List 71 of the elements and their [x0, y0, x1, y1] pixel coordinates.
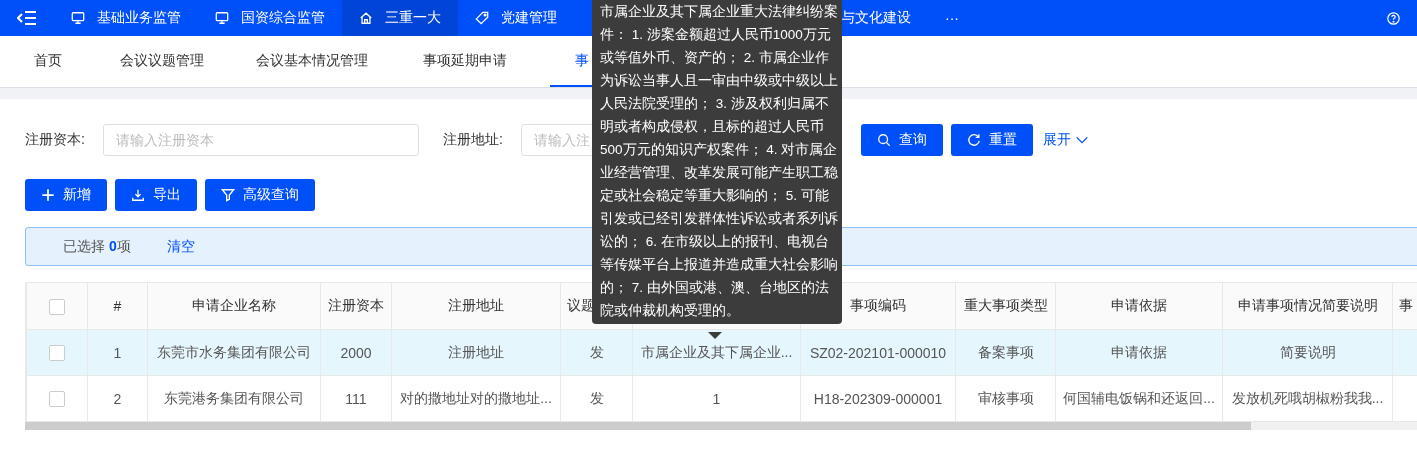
plus-icon: [41, 188, 55, 202]
table-cell: 申请依据: [1055, 329, 1223, 376]
reset-button[interactable]: 重置: [951, 124, 1033, 156]
nav-label: 三重一大: [385, 9, 441, 27]
nav-label: 国资综合监管: [241, 9, 325, 27]
checkbox[interactable]: [49, 345, 65, 362]
filter-label: 注册地址:: [443, 131, 504, 149]
table-cell: 对的撒地址对的撒地址...: [391, 375, 561, 422]
column-header: 申请事项情况简要说明: [1222, 282, 1393, 330]
table-cell: 简要说明: [1222, 329, 1393, 376]
table-cell: 备案事项: [955, 329, 1056, 376]
tooltip: 市属企业及其下属企业重大法律纠纷案件： 1. 涉案金额超过人民币1000万元或等值外币、资产的； 2. 市属企业作为诉讼当事人且一审由中级或中级以上人民法院受理的； 3. 涉及权利归属不明或者构成侵权，且标的超过人民币500万元的知识产权案件； 4. 对市属企业经营管理、改革发展可能产生职工稳定或社会稳定等重大影响的； 5. 可能引发或已经引发群体性诉讼或者系列诉讼的； 6. 在市级以上的报刊、电视台等传媒平台上报道并造成重大社会影响的； 7. 由外国或港、澳、台地区的法院或仲裁机构受理的。: [592, 0, 842, 324]
nav-label: 党建管理: [501, 9, 557, 27]
table-cell: 1: [87, 329, 148, 376]
table-cell: 审核事项: [955, 375, 1056, 422]
page-tab[interactable]: 首页: [0, 36, 96, 87]
column-header: 重大事项类型: [955, 282, 1056, 330]
add-button[interactable]: 新增: [25, 179, 107, 211]
table-cell: 2000: [320, 329, 392, 376]
filter-field[interactable]: 请输入注册资本: [103, 124, 419, 156]
page-tab[interactable]: 会议基本情况管理: [228, 36, 396, 87]
advanced-search-button[interactable]: 高级查询: [205, 179, 315, 211]
page-tab[interactable]: 事项延期申请: [396, 36, 534, 87]
nav-item[interactable]: 党建管理: [458, 0, 574, 36]
table-cell: SZ02-202101-000010: [800, 329, 956, 376]
scrollbar[interactable]: [25, 422, 1417, 430]
menu-fold-icon[interactable]: [17, 10, 37, 26]
table-cell: H18-202309-000001: [800, 375, 956, 422]
filter-icon: [221, 188, 235, 202]
table-cell: 东莞市水务集团有限公司: [147, 329, 321, 376]
table-cell: 1: [632, 375, 801, 422]
table-cell: 发放机死哦胡椒粉我我...: [1222, 375, 1393, 422]
checkbox[interactable]: [49, 298, 65, 315]
expand-link[interactable]: 展开: [1041, 131, 1091, 149]
table-cell: 发: [560, 329, 633, 376]
home-icon: [359, 11, 373, 25]
checkbox[interactable]: [49, 391, 65, 408]
nav-item[interactable]: 三重一大: [342, 0, 458, 36]
export-button[interactable]: 导出: [115, 179, 197, 211]
search-icon: [877, 133, 891, 147]
more-menu[interactable]: ···: [945, 10, 959, 26]
column-header: 注册地址: [391, 282, 561, 330]
column-header: 注册资本: [320, 282, 392, 330]
table-cell: 何国辅电饭锅和还返回...: [1055, 375, 1223, 422]
tag-icon: [475, 11, 489, 25]
download-icon: [131, 188, 145, 202]
selection-count: 已选择 0项: [63, 237, 131, 256]
search-button[interactable]: 查询: [861, 124, 943, 156]
column-header: 申请企业名称: [147, 282, 321, 330]
monitor-icon: [215, 11, 229, 25]
table-cell: 东莞港务集团有限公司: [147, 375, 321, 422]
tooltip-arrow: [708, 332, 722, 339]
table-row[interactable]: 1 东莞市水务集团有限公司 2000 注册地址 发 市属企业及其下属企业... SZ02-202101-000010 备案事项 申请依据 简要说明: [26, 329, 1417, 376]
nav-item[interactable]: 基础业务监管: [54, 0, 198, 36]
table-cell: 2: [87, 375, 148, 422]
table-cell: 111: [320, 375, 392, 422]
column-header: 申请依据: [1055, 282, 1223, 330]
reset-icon: [967, 133, 981, 147]
help-icon[interactable]: [1387, 11, 1400, 25]
table-cell: 市属企业及其下属企业...: [632, 329, 801, 376]
nav-label: 基础业务监管: [97, 9, 181, 27]
column-header: 事: [1392, 282, 1417, 330]
table-row[interactable]: 2 东莞港务集团有限公司 111 对的撒地址对的撒地址... 发 1 H18-202309-000001 审核事项 何国辅电饭锅和还返回... 发放机死哦胡椒粉我我...: [26, 375, 1417, 422]
nav-item[interactable]: 国资综合监管: [198, 0, 342, 36]
filter-label: 注册资本:: [25, 131, 86, 149]
table-cell: 发: [560, 375, 633, 422]
column-header: #: [87, 282, 148, 330]
clear-link[interactable]: 清空: [166, 237, 195, 256]
monitor-icon: [71, 11, 85, 25]
page-tab[interactable]: 会议议题管理: [96, 36, 228, 87]
table-cell: 注册地址: [391, 329, 561, 376]
